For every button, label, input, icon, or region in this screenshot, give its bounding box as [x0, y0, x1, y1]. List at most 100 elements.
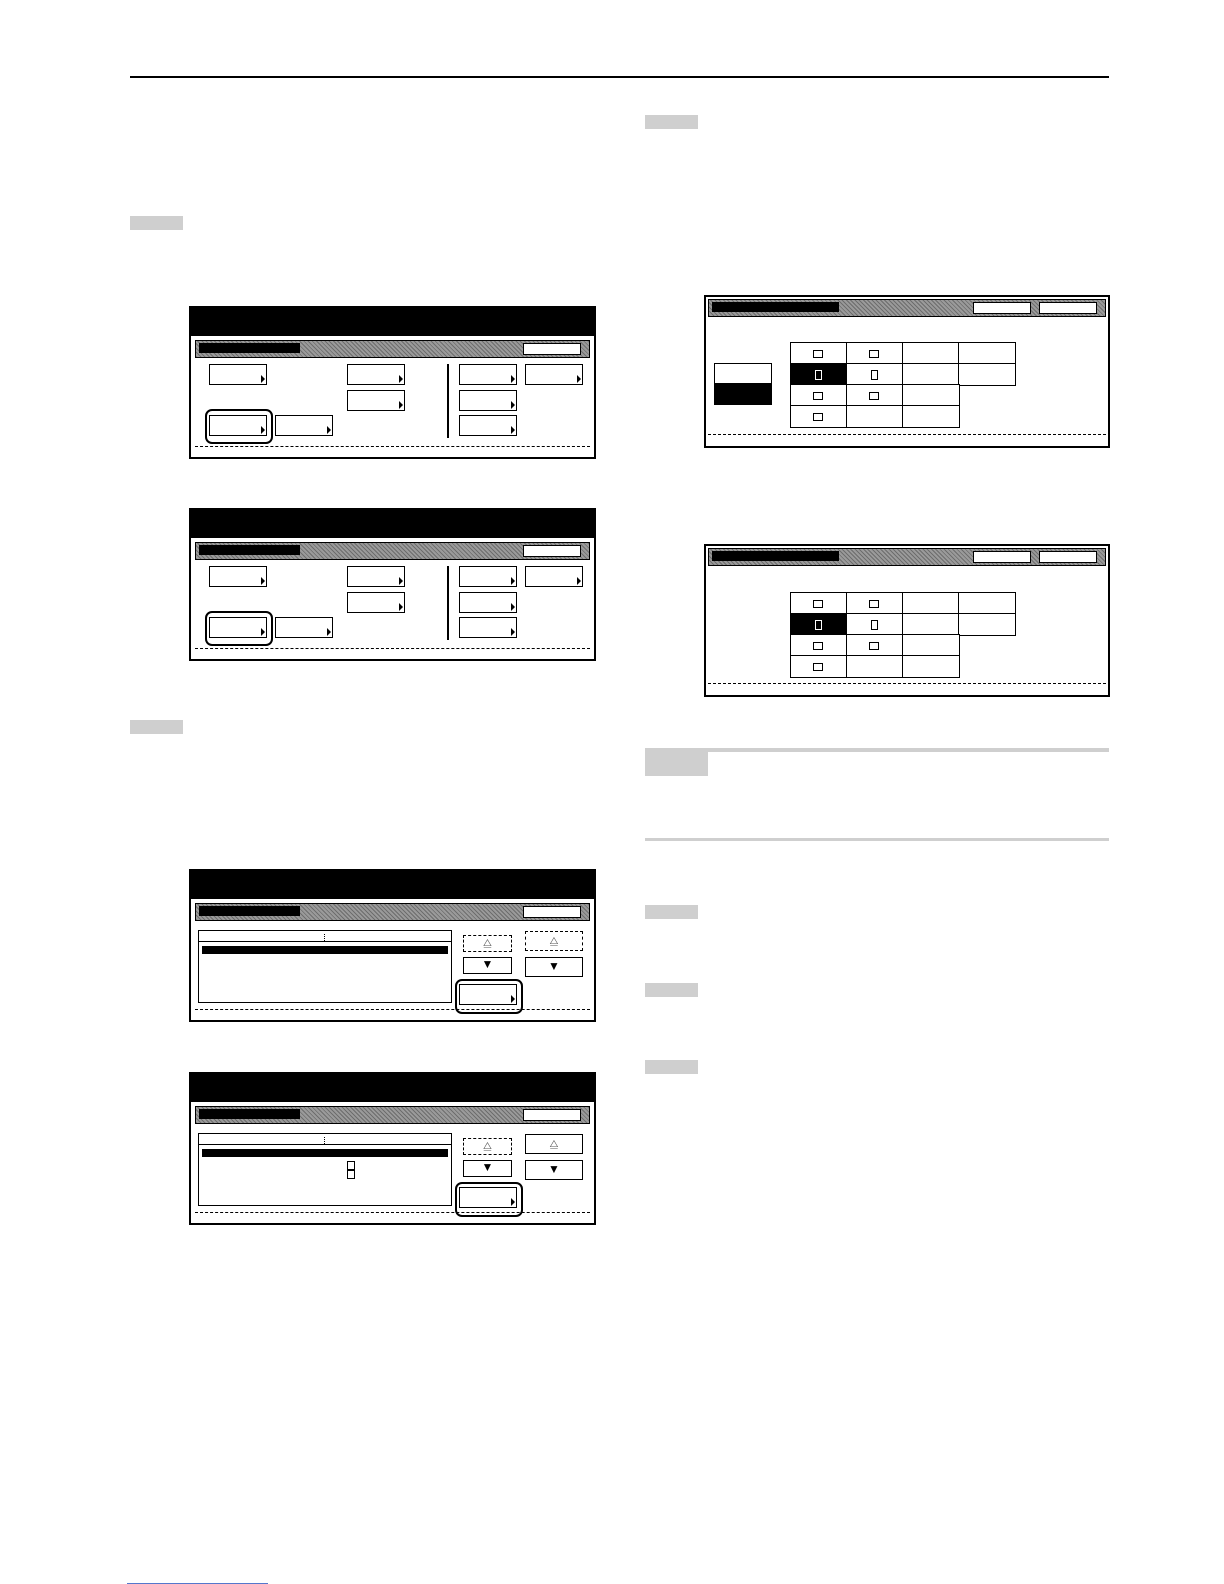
list-item-selected[interactable] — [202, 946, 448, 954]
menu-button-6[interactable] — [525, 364, 583, 385]
page-down-button[interactable]: ▼ — [525, 1160, 583, 1180]
back-button[interactable] — [973, 302, 1031, 314]
paper-cell[interactable] — [902, 363, 960, 386]
paper-portrait-icon — [347, 1170, 355, 1179]
paper-cell[interactable] — [846, 655, 904, 678]
metric-button[interactable] — [714, 384, 772, 405]
menu-button-8[interactable] — [459, 617, 517, 638]
paper-cell[interactable] — [846, 592, 904, 615]
scroll-down-button[interactable]: ▼ — [463, 1160, 512, 1177]
paper-cell[interactable] — [902, 405, 960, 428]
menu-button-5[interactable] — [459, 364, 517, 385]
paper-cell-selected[interactable] — [790, 363, 848, 386]
setting-list[interactable] — [198, 1133, 452, 1206]
back-button[interactable] — [523, 906, 581, 918]
paper-cell[interactable] — [958, 363, 1016, 386]
paper-cell[interactable] — [790, 634, 848, 657]
menu-button-7[interactable] — [459, 390, 517, 411]
screen-top-bar — [189, 1072, 596, 1102]
step-marker-2 — [130, 720, 183, 734]
close-button[interactable] — [1039, 551, 1097, 563]
change-button[interactable] — [459, 1187, 517, 1208]
paper-landscape-icon — [813, 350, 823, 358]
panel-screen-paper-2 — [704, 544, 1110, 697]
paper-cell[interactable] — [902, 592, 960, 615]
scroll-up-button[interactable]: ⧋ — [463, 935, 512, 952]
back-button[interactable] — [973, 551, 1031, 563]
menu-button-2[interactable] — [347, 364, 405, 385]
paper-cell[interactable] — [846, 384, 904, 407]
paper-cell[interactable] — [790, 384, 848, 407]
menu-button-6[interactable] — [525, 566, 583, 587]
paper-cell[interactable] — [846, 613, 904, 636]
paper-cell[interactable] — [958, 592, 1016, 615]
paper-cell[interactable] — [846, 634, 904, 657]
column-divider — [447, 364, 449, 438]
chevron-right-icon — [261, 375, 265, 383]
column-divider — [447, 566, 449, 640]
paper-cell[interactable] — [958, 342, 1016, 365]
menu-button-4[interactable] — [275, 415, 333, 436]
paper-cell[interactable] — [846, 405, 904, 428]
menu-button-2[interactable] — [347, 566, 405, 587]
chevron-right-icon — [511, 1198, 515, 1206]
scroll-up-button[interactable]: ⧋ — [463, 1138, 512, 1155]
screen-title-strip — [195, 340, 590, 358]
inch-button[interactable] — [714, 363, 772, 384]
paper-cell-selected[interactable] — [790, 613, 848, 636]
setting-list[interactable] — [198, 930, 452, 1003]
step-marker-6 — [645, 1060, 698, 1074]
close-button[interactable] — [1039, 302, 1097, 314]
paper-cell[interactable] — [790, 655, 848, 678]
chevron-right-icon — [399, 375, 403, 383]
paper-cell[interactable] — [902, 655, 960, 678]
paper-cell[interactable] — [902, 384, 960, 407]
paper-cell[interactable] — [902, 342, 960, 365]
screen-title-strip — [195, 542, 590, 560]
page-up-button[interactable]: ⧋ — [525, 1134, 583, 1154]
page-down-button[interactable]: ▼ — [525, 957, 583, 977]
menu-button-8[interactable] — [459, 415, 517, 436]
screen-status-line — [195, 446, 590, 447]
paper-landscape-icon — [813, 663, 823, 671]
menu-button-5[interactable] — [459, 566, 517, 587]
paper-cell[interactable] — [958, 613, 1016, 636]
screen-title-strip — [708, 299, 1106, 317]
menu-button-selected[interactable] — [209, 617, 267, 638]
paper-cell[interactable] — [846, 342, 904, 365]
arrow-up-icon: ⧋ — [549, 936, 559, 947]
arrow-down-icon: ▼ — [481, 957, 494, 971]
paper-cell[interactable] — [846, 363, 904, 386]
back-button[interactable] — [523, 343, 581, 355]
scroll-down-button[interactable]: ▼ — [463, 957, 512, 974]
menu-button-4[interactable] — [275, 617, 333, 638]
menu-button-3[interactable] — [347, 592, 405, 613]
chevron-right-icon — [511, 995, 515, 1003]
paper-portrait-icon — [815, 620, 822, 630]
menu-button-selected[interactable] — [209, 415, 267, 436]
step-marker-3 — [645, 115, 698, 129]
note-top-rule — [645, 748, 1109, 752]
arrow-up-icon: ⧋ — [549, 1139, 559, 1150]
paper-cell[interactable] — [790, 592, 848, 615]
change-button[interactable] — [459, 984, 517, 1005]
paper-cell[interactable] — [790, 342, 848, 365]
paper-portrait-icon — [347, 1161, 355, 1170]
paper-cell[interactable] — [790, 405, 848, 428]
menu-button-3[interactable] — [347, 390, 405, 411]
paper-cell[interactable] — [902, 613, 960, 636]
menu-button-1[interactable] — [209, 566, 267, 587]
back-button[interactable] — [523, 1109, 581, 1121]
chevron-right-icon — [399, 401, 403, 409]
step-marker-1 — [130, 216, 183, 230]
menu-button-7[interactable] — [459, 592, 517, 613]
screen-top-bar — [189, 869, 596, 899]
menu-button-1[interactable] — [209, 364, 267, 385]
paper-cell[interactable] — [902, 634, 960, 657]
list-item-selected[interactable] — [202, 1149, 448, 1157]
back-button[interactable] — [523, 545, 581, 557]
note-bottom-rule — [645, 838, 1109, 841]
header-rule — [130, 76, 1109, 78]
arrow-down-icon: ▼ — [548, 1162, 560, 1176]
page-up-button[interactable]: ⧋ — [525, 931, 583, 951]
